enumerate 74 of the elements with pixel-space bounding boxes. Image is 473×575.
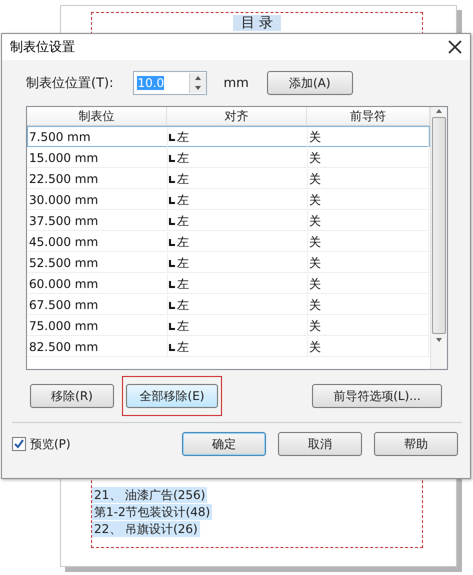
table-cell: 关 <box>308 127 429 147</box>
tab-stop-row[interactable]: 45.000 mm 左 关 <box>27 231 430 252</box>
table-cell: 45.000 mm <box>28 232 168 252</box>
preview-checkbox[interactable]: 预览(P) <box>12 436 71 452</box>
table-cell: 67.500 mm <box>28 295 168 315</box>
table-cell: 关 <box>308 253 429 273</box>
check-icon <box>14 439 24 449</box>
alignment-text: 左 <box>177 255 189 272</box>
table-cell: 30.000 mm <box>28 190 168 210</box>
table-cell: 52.500 mm <box>28 253 168 273</box>
table-cell: 关 <box>308 211 429 231</box>
alignment-text: 左 <box>177 171 189 188</box>
alignment-text: 左 <box>177 192 189 209</box>
dialog-button[interactable]: 取消 <box>278 432 362 456</box>
scroll-up-icon[interactable] <box>435 107 443 115</box>
left-tab-icon <box>169 154 175 162</box>
alignment-text: 左 <box>177 213 189 230</box>
left-tab-icon <box>169 302 175 308</box>
dialog-button[interactable]: 帮助 <box>374 432 458 456</box>
tab-stop-row[interactable]: 37.500 mm 左 关 <box>27 210 430 231</box>
column-header[interactable]: 对齐 <box>167 107 307 125</box>
table-cell: 关 <box>308 274 429 294</box>
left-tab-icon <box>169 260 175 266</box>
left-tab-icon <box>169 218 175 224</box>
tab-stop-row[interactable]: 75.000 mm 左 关 <box>27 315 430 336</box>
scrollbar[interactable] <box>430 107 447 369</box>
table-cell: 关 <box>308 337 429 357</box>
table-cell: 关 <box>308 148 429 168</box>
alignment-text: 左 <box>177 297 189 314</box>
tab-stop-row[interactable]: 22.500 mm 左 关 <box>27 168 430 189</box>
close-icon[interactable] <box>448 40 462 54</box>
table-cell: 82.500 mm <box>28 337 168 357</box>
left-tab-icon <box>169 322 175 330</box>
alignment-text: 左 <box>177 129 189 146</box>
unit-label: mm <box>223 76 249 90</box>
alignment-text: 左 <box>177 318 189 335</box>
alignment-text: 左 <box>177 150 189 167</box>
table-cell: 关 <box>308 295 429 315</box>
tab-stop-row[interactable]: 7.500 mm 左 关 <box>27 126 430 147</box>
dialog-title: 制表位设置 <box>10 39 75 56</box>
alignment-text: 左 <box>177 234 189 251</box>
scroll-down-icon[interactable] <box>435 336 443 344</box>
table-cell: 关 <box>308 232 429 252</box>
dialog-button[interactable]: 确定 <box>182 432 266 456</box>
alignment-text: 左 <box>177 276 189 293</box>
table-cell: 60.000 mm <box>28 274 168 294</box>
left-tab-icon <box>169 176 175 182</box>
alignment-text: 左 <box>177 339 189 356</box>
table-cell: 关 <box>308 316 429 336</box>
tab-stop-row[interactable]: 60.000 mm 左 关 <box>27 273 430 294</box>
tab-stop-row[interactable]: 30.000 mm 左 关 <box>27 189 430 210</box>
tab-stop-row[interactable]: 82.500 mm 左 关 <box>27 336 430 357</box>
table-cell: 22.500 mm <box>28 169 168 189</box>
column-header[interactable]: 制表位 <box>27 107 167 125</box>
tab-stop-row[interactable]: 52.500 mm 左 关 <box>27 252 430 273</box>
field-label: 制表位位置(T): <box>26 75 114 92</box>
action-button[interactable]: 前导符选项(L)... <box>312 384 442 408</box>
add-button[interactable]: 添加(A) <box>266 71 353 95</box>
action-button[interactable]: 移除(R) <box>30 384 114 408</box>
tab-stop-row[interactable]: 15.000 mm 左 关 <box>27 147 430 168</box>
table-cell: 关 <box>308 169 429 189</box>
table-cell: 75.000 mm <box>28 316 168 336</box>
table-cell: 37.500 mm <box>28 211 168 231</box>
left-tab-icon <box>169 344 175 350</box>
left-tab-icon <box>169 134 175 140</box>
table-cell: 关 <box>308 190 429 210</box>
left-tab-icon <box>169 238 175 246</box>
left-tab-icon <box>169 280 175 288</box>
page-heading: 目 录 <box>232 15 282 31</box>
table-cell: 15.000 mm <box>28 148 168 168</box>
action-button[interactable]: 全部移除(E) <box>126 384 218 408</box>
left-tab-icon <box>169 196 175 204</box>
tab-stop-row[interactable]: 67.500 mm 左 关 <box>27 294 430 315</box>
table-cell: 7.500 mm <box>28 127 168 147</box>
